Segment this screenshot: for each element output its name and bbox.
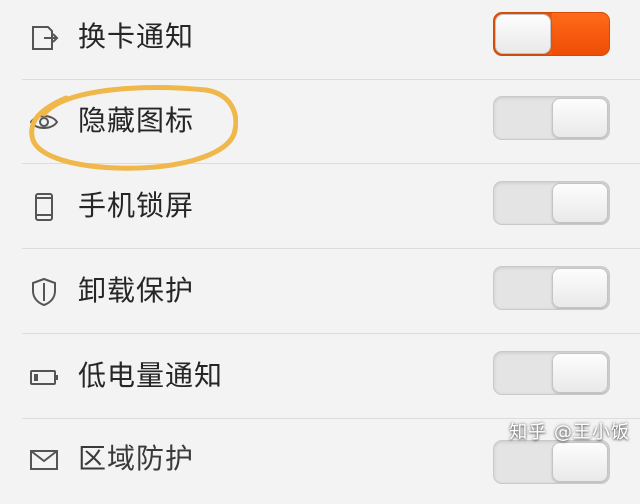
setting-label: 换卡通知 (78, 20, 195, 53)
setting-label: 隐藏图标 (78, 104, 195, 137)
battery-low-icon (28, 361, 60, 393)
hide-icon-toggle[interactable] (493, 96, 610, 140)
area-protect-toggle[interactable] (493, 440, 610, 484)
phone-icon (28, 191, 60, 223)
phone-lock-toggle[interactable] (493, 181, 610, 225)
setting-label: 区域防护 (78, 442, 195, 475)
setting-label: 低电量通知 (78, 359, 224, 392)
setting-label: 卸载保护 (78, 274, 195, 307)
uninstall-protect-toggle[interactable] (493, 266, 610, 310)
toggle-fill (551, 13, 609, 55)
setting-row-phone-lock[interactable]: 手机锁屏 (0, 165, 640, 249)
toggle-knob (495, 14, 551, 54)
setting-row-sim-change-notice[interactable]: 换卡通知 (0, 0, 640, 80)
toggle-knob (552, 442, 608, 482)
toggle-knob (552, 183, 608, 223)
sim-change-notice-toggle[interactable] (493, 12, 610, 56)
setting-row-uninstall-protect[interactable]: 卸载保护 (0, 250, 640, 334)
eye-icon (28, 106, 60, 138)
toggle-knob (552, 353, 608, 393)
mail-icon (28, 444, 60, 476)
low-battery-notice-toggle[interactable] (493, 351, 610, 395)
setting-label: 手机锁屏 (78, 189, 195, 222)
toggle-knob (552, 98, 608, 138)
setting-row-low-battery-notice[interactable]: 低电量通知 (0, 335, 640, 419)
settings-list: 换卡通知 隐藏图标 手机锁屏 卸载保护 低电量通知 区域防护 (0, 0, 640, 484)
watermark: 知乎 @王小饭 (509, 422, 630, 443)
sim-change-icon (28, 22, 60, 54)
setting-row-hide-icon[interactable]: 隐藏图标 (0, 80, 640, 164)
shield-icon (28, 276, 60, 308)
toggle-knob (552, 268, 608, 308)
